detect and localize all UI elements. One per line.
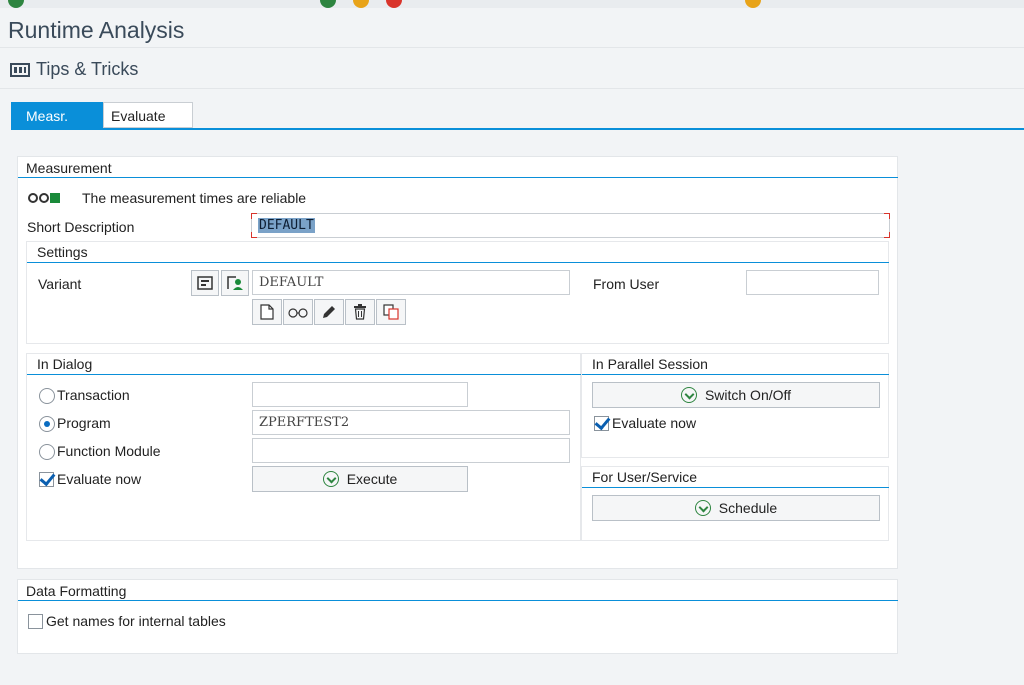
evaluate-now-checkbox[interactable] <box>39 472 54 487</box>
grid-icon <box>10 62 30 77</box>
data-formatting-heading: Data Formatting <box>26 583 127 599</box>
function-module-label: Function Module <box>57 443 161 459</box>
user-service-heading: For User/Service <box>592 469 698 485</box>
tips-and-tricks-label: Tips & Tricks <box>36 59 139 79</box>
parallel-session-heading: In Parallel Session <box>592 356 708 372</box>
short-description-input[interactable]: DEFAULT <box>251 213 890 238</box>
program-label: Program <box>57 415 111 431</box>
copy-icon <box>383 304 399 320</box>
from-user-label: From User <box>593 276 660 292</box>
settings-heading-line <box>27 262 889 263</box>
trash-icon <box>354 304 366 320</box>
execute-button[interactable]: Execute <box>252 466 468 492</box>
tab-measurement[interactable]: Measr. <box>11 102 103 128</box>
schedule-clock-icon <box>694 500 711 516</box>
system-toolbar <box>0 0 1024 8</box>
variant-label: Variant <box>38 276 82 292</box>
from-user-input[interactable] <box>746 270 879 295</box>
variant-display-button[interactable] <box>191 270 219 296</box>
transaction-input[interactable] <box>252 382 468 407</box>
measurement-panel: Measurement The measurement times are re… <box>17 156 898 569</box>
short-description-label: Short Description <box>27 219 135 235</box>
parallel-evaluate-now-checkbox[interactable] <box>594 416 609 431</box>
user-variant-button[interactable] <box>221 270 249 296</box>
function-module-radio[interactable] <box>39 444 55 460</box>
evaluate-now-label: Evaluate now <box>57 471 142 487</box>
measurement-heading-line <box>18 177 898 178</box>
in-dialog-heading: In Dialog <box>37 356 93 372</box>
tab-evaluate[interactable]: Evaluate <box>103 102 193 128</box>
traffic-light-icon <box>28 193 60 203</box>
schedule-label: Schedule <box>718 500 778 516</box>
create-variant-button[interactable] <box>252 299 282 325</box>
program-radio[interactable] <box>39 416 55 432</box>
user-variant-icon <box>227 276 243 290</box>
tab-strip: Measr. Evaluate <box>11 102 193 128</box>
copy-variant-button[interactable] <box>376 299 406 325</box>
enter-icon[interactable] <box>8 0 24 8</box>
parallel-session-heading-line <box>582 374 889 375</box>
transaction-radio[interactable] <box>39 388 55 404</box>
schedule-button[interactable]: Schedule <box>592 495 880 521</box>
required-marker-icon <box>251 213 257 219</box>
variant-input[interactable]: DEFAULT <box>252 270 570 295</box>
back-icon[interactable] <box>320 0 336 8</box>
tips-and-tricks-button[interactable]: Tips & Tricks <box>10 59 138 80</box>
variant-list-icon <box>197 276 213 290</box>
help-icon[interactable] <box>745 0 761 8</box>
edit-variant-button[interactable] <box>314 299 344 325</box>
application-toolbar: Tips & Tricks <box>0 49 1024 89</box>
measurement-heading: Measurement <box>26 160 112 176</box>
function-module-input[interactable] <box>252 438 570 463</box>
new-document-icon <box>260 304 274 320</box>
display-variant-button[interactable] <box>283 299 313 325</box>
data-formatting-panel: Data Formatting Get names for internal t… <box>17 579 898 654</box>
glasses-icon <box>288 308 308 318</box>
get-names-label: Get names for internal tables <box>46 613 226 629</box>
required-marker-icon <box>884 213 890 219</box>
exit-icon[interactable] <box>353 0 369 8</box>
execute-label: Execute <box>346 471 398 487</box>
title-bar: Runtime Analysis <box>0 8 1024 48</box>
measurement-status-text: The measurement times are reliable <box>82 190 307 206</box>
user-service-heading-line <box>582 487 889 488</box>
in-dialog-panel: In Dialog Transaction Program ZPERFTEST2… <box>26 353 581 541</box>
settings-heading: Settings <box>37 244 88 260</box>
parallel-session-panel: In Parallel Session Switch On/Off Evalua… <box>581 353 889 458</box>
get-names-checkbox[interactable] <box>28 614 43 629</box>
switch-clock-icon <box>680 387 697 403</box>
main-content: Measr. Evaluate Measurement The measurem… <box>0 90 1024 685</box>
delete-variant-button[interactable] <box>345 299 375 325</box>
pencil-icon <box>323 306 335 318</box>
short-description-value: DEFAULT <box>258 218 315 233</box>
data-formatting-heading-line <box>18 600 898 601</box>
switch-on-off-label: Switch On/Off <box>704 387 792 403</box>
switch-on-off-button[interactable]: Switch On/Off <box>592 382 880 408</box>
execute-clock-icon <box>322 471 339 487</box>
cancel-icon[interactable] <box>386 0 402 8</box>
in-dialog-heading-line <box>27 374 581 375</box>
parallel-evaluate-now-label: Evaluate now <box>612 415 697 431</box>
page-title: Runtime Analysis <box>8 17 185 43</box>
transaction-label: Transaction <box>57 387 130 403</box>
program-input[interactable]: ZPERFTEST2 <box>252 410 570 435</box>
user-service-panel: For User/Service Schedule <box>581 466 889 541</box>
required-marker-icon <box>251 232 257 238</box>
settings-panel: Settings Variant DEFAULT From User <box>26 241 889 344</box>
required-marker-icon <box>884 232 890 238</box>
tab-underline <box>11 128 1024 130</box>
